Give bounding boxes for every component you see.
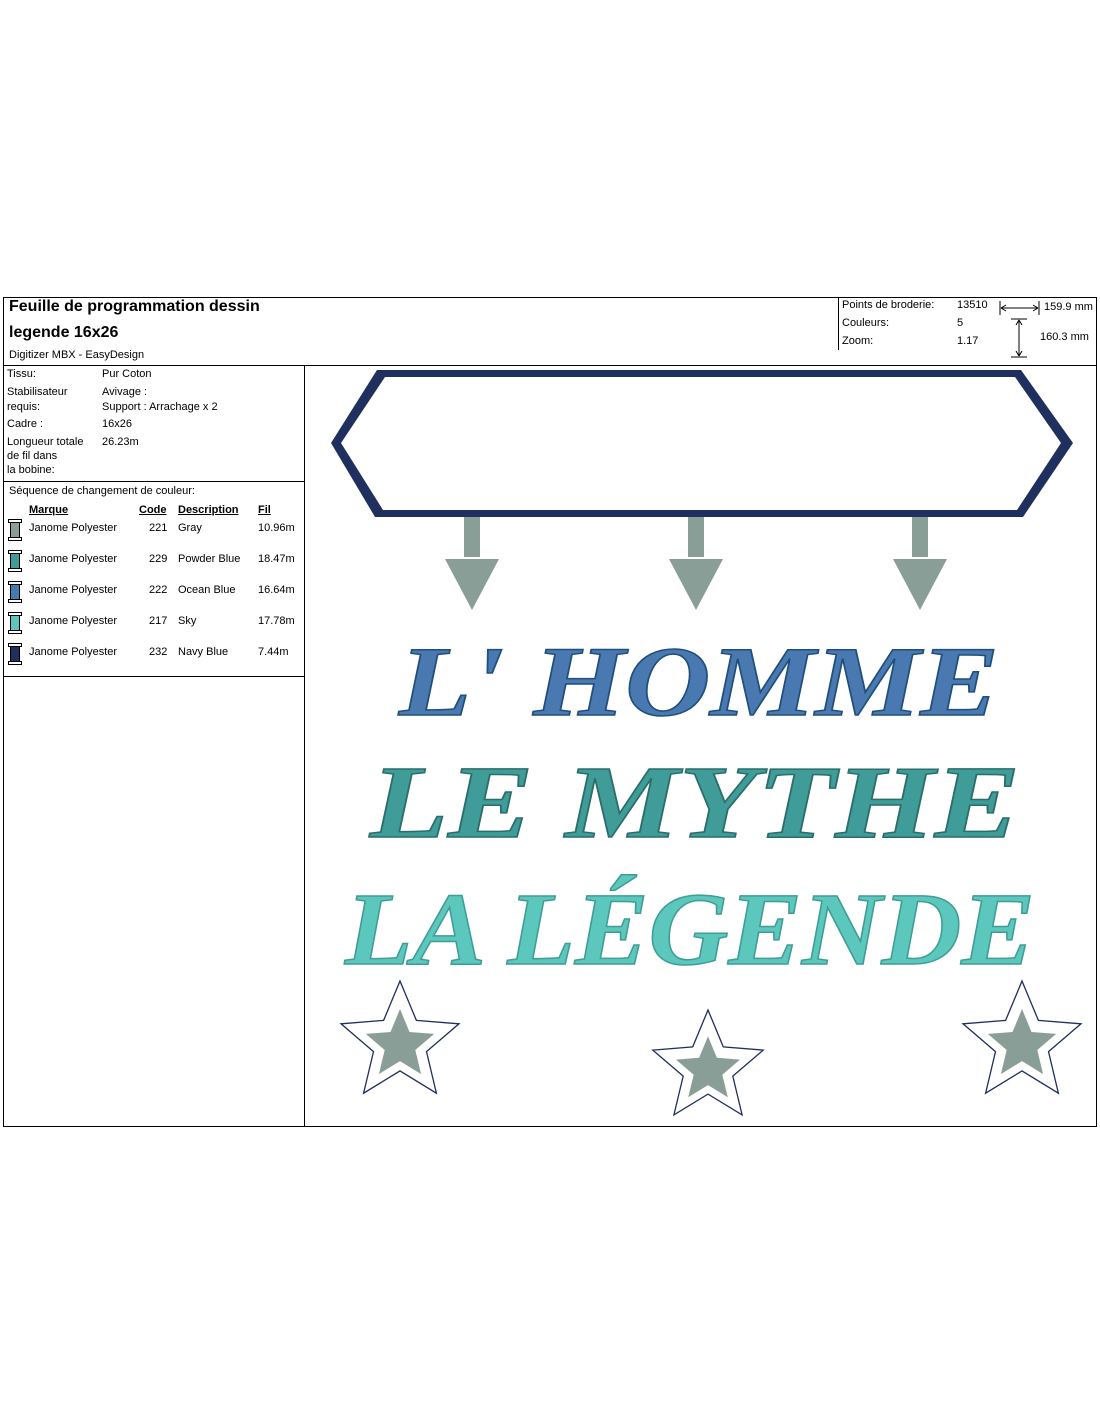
arrow-down-icon (445, 517, 499, 610)
thread-length-label-3: la bobine: (7, 464, 55, 476)
star-icon (961, 979, 1083, 1095)
star-icon (339, 979, 461, 1095)
dimension-icon (999, 301, 1040, 358)
sheet-bottom-border (3, 1126, 1097, 1127)
stitches-value: 13510 (957, 299, 988, 311)
colors-value: 5 (957, 317, 964, 329)
width-value: 159.9 mm (1044, 301, 1093, 313)
arrow-down-icon (893, 517, 947, 610)
row-thread: 18.47m (258, 553, 295, 565)
zoom-label: Zoom: (842, 335, 874, 347)
software-name: Digitizer MBX - EasyDesign (9, 349, 145, 361)
thread-spool-icon (8, 612, 22, 634)
row-thread: 17.78m (258, 615, 295, 627)
zoom-value: 1.17 (957, 335, 979, 347)
fabric-value: Pur Coton (102, 368, 152, 380)
thread-spool-icon (8, 643, 22, 665)
thread-spool-icon (8, 519, 22, 541)
row-code: 232 (149, 646, 168, 658)
row-brand: Janome Polyester (29, 522, 118, 534)
row-thread: 7.44m (258, 646, 289, 658)
design-line-2: LE MYTHE (369, 745, 1020, 860)
thread-length-label-2: de fil dans (7, 450, 58, 462)
row-description: Powder Blue (178, 553, 241, 565)
row-brand: Janome Polyester (29, 584, 118, 596)
sheet-title: Feuille de programmation dessin (9, 298, 260, 315)
row-description: Ocean Blue (178, 584, 236, 596)
row-description: Navy Blue (178, 646, 229, 658)
color-sequence-title: Séquence de changement de couleur: (9, 485, 195, 497)
row-thread: 16.64m (258, 584, 295, 596)
row-brand: Janome Polyester (29, 615, 118, 627)
col-brand-header: Marque (29, 504, 69, 516)
row-code: 222 (149, 584, 168, 596)
col-description-header: Description (178, 504, 239, 516)
star-icon (651, 1008, 765, 1117)
row-brand: Janome Polyester (29, 553, 118, 565)
thread-length-label-1: Longueur totale (7, 436, 84, 448)
colors-label: Couleurs: (842, 317, 890, 329)
stabilizer-value-1: Avivage : (102, 386, 148, 398)
design-name: legende 16x26 (9, 324, 119, 341)
thread-spool-icon (8, 581, 22, 603)
col-code-header: Code (139, 504, 167, 516)
table-bottom-divider (4, 676, 304, 677)
row-code: 221 (149, 522, 168, 534)
frame-value: 16x26 (102, 418, 132, 430)
row-code: 229 (149, 553, 168, 565)
height-value: 160.3 mm (1040, 331, 1089, 343)
stabilizer-label-1: Stabilisateur (7, 386, 68, 398)
row-brand: Janome Polyester (29, 646, 118, 658)
stabilizer-label-2: requis: (7, 401, 41, 413)
frame-label: Cadre : (7, 418, 44, 430)
design-line-3: LA LÉGENDE (344, 872, 1035, 987)
programming-sheet: Feuille de programmation dessin legende … (3, 297, 1097, 1127)
col-thread-header: Fil (258, 504, 271, 516)
embroidery-design-preview: L' HOMME LE MYTHE LA LÉGENDE (331, 370, 1083, 1117)
thread-spool-icon (8, 550, 22, 572)
arrow-down-icon (669, 517, 723, 610)
header-divider (838, 298, 839, 350)
row-description: Sky (178, 615, 197, 627)
fabric-label: Tissu: (7, 368, 36, 380)
row-code: 217 (149, 615, 168, 627)
info-divider (4, 481, 304, 482)
sign-board-icon (331, 370, 1073, 517)
stabilizer-value-2: Support : Arrachage x 2 (102, 401, 218, 413)
row-description: Gray (178, 522, 202, 534)
stitches-label: Points de broderie: (842, 299, 935, 311)
design-line-1: L' HOMME (398, 626, 999, 737)
thread-length-value: 26.23m (102, 436, 139, 448)
row-thread: 10.96m (258, 522, 295, 534)
